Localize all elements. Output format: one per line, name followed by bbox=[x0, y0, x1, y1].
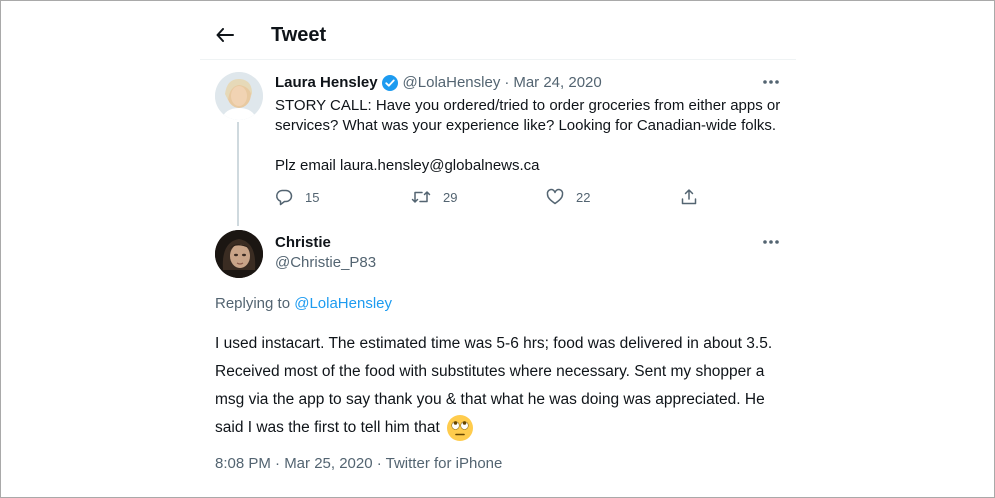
more-button[interactable] bbox=[761, 232, 781, 252]
replying-mention-link[interactable]: @LolaHensley bbox=[294, 295, 392, 312]
parent-handle[interactable]: @LolaHensley bbox=[403, 73, 501, 93]
share-icon bbox=[681, 189, 697, 205]
share-button[interactable] bbox=[680, 186, 710, 208]
avatar-image bbox=[215, 230, 263, 278]
page-header: Tweet bbox=[200, 0, 796, 60]
parent-tweet-line: Plz email laura.hensley@globalnews.ca bbox=[275, 157, 540, 174]
parent-display-name[interactable]: Laura Hensley bbox=[275, 73, 378, 93]
author-handle[interactable]: @Christie_P83 bbox=[275, 253, 376, 273]
reply-button[interactable]: 15 bbox=[275, 186, 319, 208]
parent-date[interactable]: Mar 24, 2020 bbox=[513, 73, 601, 93]
back-arrow-icon bbox=[216, 28, 234, 42]
more-icon bbox=[763, 240, 779, 244]
face-with-rolling-eyes-icon bbox=[447, 415, 474, 441]
parent-tweet-line: STORY CALL: Have you ordered/tried to or… bbox=[275, 97, 781, 114]
tweet-actions: 15 29 22 bbox=[275, 186, 705, 208]
retweet-button[interactable]: 29 bbox=[411, 186, 457, 208]
avatar-image bbox=[215, 72, 263, 120]
avatar[interactable] bbox=[215, 230, 263, 278]
replying-to: Replying to @LolaHensley bbox=[215, 294, 392, 314]
back-button[interactable] bbox=[212, 22, 238, 48]
tweet-column: Tweet Laura Hensley @LolaHensley · Mar 2… bbox=[200, 0, 796, 498]
like-button[interactable]: 22 bbox=[546, 186, 590, 208]
parent-tweet-line: services? What was your experience like?… bbox=[275, 117, 777, 134]
thread-line bbox=[237, 122, 239, 226]
like-count: 22 bbox=[576, 189, 591, 205]
retweet-count: 29 bbox=[443, 189, 458, 205]
meta-separator: · bbox=[504, 74, 510, 91]
author-display-name[interactable]: Christie bbox=[275, 233, 331, 253]
more-button[interactable] bbox=[761, 72, 781, 92]
main-tweet-body: I used instacart. The estimated time was… bbox=[215, 335, 773, 437]
parent-tweet-header: Laura Hensley @LolaHensley · Mar 24, 202… bbox=[275, 73, 602, 93]
page-title: Tweet bbox=[271, 24, 327, 46]
reply-count: 15 bbox=[305, 189, 320, 205]
parent-tweet-text: STORY CALL: Have you ordered/tried to or… bbox=[275, 96, 785, 176]
retweet-icon bbox=[411, 191, 431, 203]
verified-badge-icon bbox=[381, 74, 399, 92]
reply-icon bbox=[276, 189, 293, 206]
main-tweet-text: I used instacart. The estimated time was… bbox=[215, 330, 785, 442]
like-icon bbox=[546, 188, 564, 205]
avatar[interactable] bbox=[215, 72, 263, 120]
replying-prefix: Replying to bbox=[215, 295, 291, 312]
tweet-timestamp[interactable]: 8:08 PM · Mar 25, 2020 · Twitter for iPh… bbox=[215, 454, 502, 474]
more-icon bbox=[763, 80, 779, 84]
